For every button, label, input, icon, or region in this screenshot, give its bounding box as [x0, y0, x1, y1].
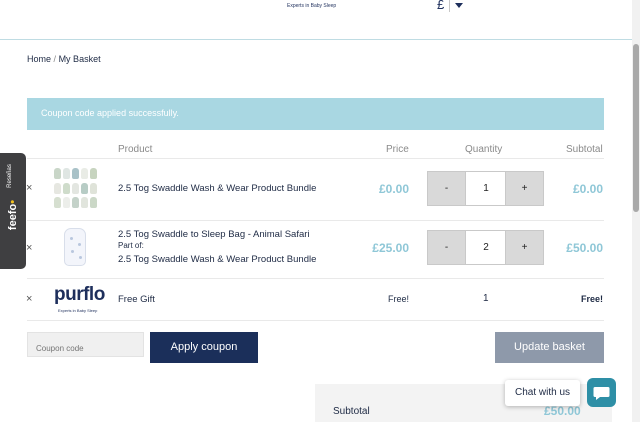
feefo-logo-text: feefo [7, 203, 19, 231]
column-header-product: Product [118, 144, 153, 155]
page-scrollbar[interactable] [632, 0, 640, 422]
currency-divider [449, 0, 450, 12]
swaddle-swatch [72, 197, 79, 208]
notice-message: Coupon code applied successfully. [41, 108, 179, 118]
row-divider [27, 158, 604, 159]
scrollbar-thumb[interactable] [633, 44, 639, 212]
product-thumbnail[interactable] [53, 166, 101, 210]
chat-with-us-bubble[interactable]: Chat with us [505, 380, 580, 406]
swaddle-swatch [63, 168, 70, 179]
row-divider [27, 220, 604, 221]
header-tagline: Experts in Baby Sleep [287, 3, 337, 9]
chat-button[interactable] [587, 378, 616, 407]
breadcrumb-current: My Basket [58, 54, 101, 64]
column-header-subtotal: Subtotal [566, 144, 603, 155]
swaddle-swatch [81, 183, 88, 194]
swaddle-swatch [54, 168, 61, 179]
purflo-logo-tagline: Experts in Baby Sleep [58, 308, 98, 313]
pattern-dot [71, 250, 74, 253]
product-name-link[interactable]: 2.5 Tog Swaddle Wash & Wear Product Bund… [118, 183, 316, 194]
item-quantity: 1 [483, 293, 489, 304]
subtotal-value: £50.00 [544, 404, 581, 418]
swaddle-swatch [63, 183, 70, 194]
swaddle-swatch [54, 197, 61, 208]
remove-item-button[interactable]: × [26, 182, 32, 194]
feefo-dot-icon: • [7, 199, 19, 204]
feefo-reviews-tab[interactable]: Reseñas feefo• [0, 153, 26, 269]
chevron-down-icon[interactable] [455, 3, 463, 8]
swaddle-swatch [54, 183, 61, 194]
part-of-label: Part of: [118, 241, 144, 250]
product-thumbnail[interactable] [64, 228, 86, 266]
product-name: Free Gift [118, 294, 155, 305]
quantity-decrease-button[interactable]: - [427, 230, 466, 265]
breadcrumb-separator: / [53, 54, 57, 64]
chat-icon [593, 387, 610, 400]
quantity-input[interactable]: 2 [466, 230, 506, 265]
remove-item-button[interactable]: × [26, 242, 32, 254]
row-divider [27, 278, 604, 279]
purflo-logo: purflo [54, 284, 105, 305]
remove-item-button[interactable]: × [26, 293, 32, 305]
swaddle-swatch [63, 197, 70, 208]
swaddle-swatch [72, 183, 79, 194]
currency-selector[interactable]: £ [437, 0, 444, 12]
quantity-input[interactable]: 1 [466, 171, 506, 206]
swaddle-swatch [81, 168, 88, 179]
item-price: Free! [387, 294, 409, 304]
pattern-dot [70, 237, 73, 240]
pattern-dot [79, 256, 82, 259]
feefo-logo: feefo• [7, 192, 19, 238]
update-basket-button[interactable]: Update basket [495, 332, 604, 363]
quantity-decrease-button[interactable]: - [427, 171, 466, 206]
product-name-link[interactable]: 2.5 Tog Swaddle to Sleep Bag - Animal Sa… [118, 229, 310, 240]
item-subtotal: Free! [580, 294, 603, 304]
apply-coupon-button[interactable]: Apply coupon [150, 332, 258, 363]
item-price: £25.00 [372, 241, 409, 255]
swaddle-swatch [72, 168, 79, 179]
swaddle-swatch [90, 183, 97, 194]
parent-bundle-name: 2.5 Tog Swaddle Wash & Wear Product Bund… [118, 254, 317, 265]
breadcrumb-home-link[interactable]: Home [27, 54, 51, 64]
swaddle-swatch [81, 197, 88, 208]
breadcrumb: Home / My Basket [27, 54, 101, 64]
site-header: Experts in Baby Sleep £ [0, 0, 632, 40]
coupon-success-notice: Coupon code applied successfully. [27, 98, 604, 130]
item-subtotal: £0.00 [572, 182, 603, 196]
coupon-code-input[interactable] [27, 332, 144, 357]
swaddle-swatch [90, 197, 97, 208]
column-header-quantity: Quantity [465, 144, 503, 155]
item-subtotal: £50.00 [566, 241, 603, 255]
item-price: £0.00 [378, 182, 409, 196]
row-divider [27, 320, 604, 321]
column-header-price: Price [386, 144, 409, 155]
pattern-dot [78, 243, 81, 246]
subtotal-label: Subtotal [333, 406, 370, 417]
swaddle-swatch [90, 168, 97, 179]
